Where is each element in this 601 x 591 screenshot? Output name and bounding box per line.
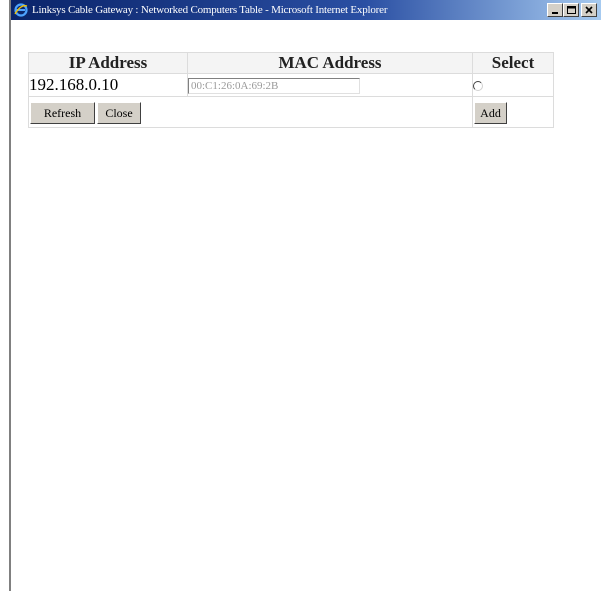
- column-header-select: Select: [472, 52, 554, 74]
- column-header-ip: IP Address: [28, 52, 188, 74]
- browser-window: Linksys Cable Gateway : Networked Comput…: [9, 0, 601, 591]
- ip-address-cell: 192.168.0.10: [28, 73, 188, 97]
- select-cell: [472, 73, 554, 97]
- title-bar[interactable]: Linksys Cable Gateway : Networked Comput…: [11, 0, 601, 20]
- column-header-mac: MAC Address: [187, 52, 473, 74]
- close-window-button[interactable]: [581, 3, 597, 17]
- minimize-icon: [552, 12, 558, 14]
- window-title: Linksys Cable Gateway : Networked Comput…: [32, 4, 388, 16]
- networked-computers-table: IP Address MAC Address Select 192.168.0.…: [28, 52, 554, 128]
- page-content: IP Address MAC Address Select 192.168.0.…: [28, 52, 554, 128]
- maximize-button[interactable]: [563, 3, 579, 17]
- mac-address-cell: [187, 73, 473, 97]
- add-button[interactable]: Add: [474, 101, 507, 124]
- table-row: 192.168.0.10: [28, 73, 554, 97]
- select-radio[interactable]: [473, 80, 483, 91]
- minimize-button[interactable]: [547, 3, 563, 17]
- table-header-row: IP Address MAC Address Select: [28, 52, 554, 74]
- close-icon: [585, 6, 593, 14]
- add-button-cell: Add: [472, 96, 554, 128]
- refresh-button[interactable]: Refresh: [30, 101, 95, 124]
- ie-icon: [14, 3, 28, 17]
- button-row: Refresh Close Add: [28, 96, 554, 128]
- mac-address-field[interactable]: [188, 78, 360, 94]
- close-button[interactable]: Close: [97, 101, 141, 124]
- action-buttons-cell: Refresh Close: [28, 96, 473, 128]
- maximize-icon: [566, 6, 576, 14]
